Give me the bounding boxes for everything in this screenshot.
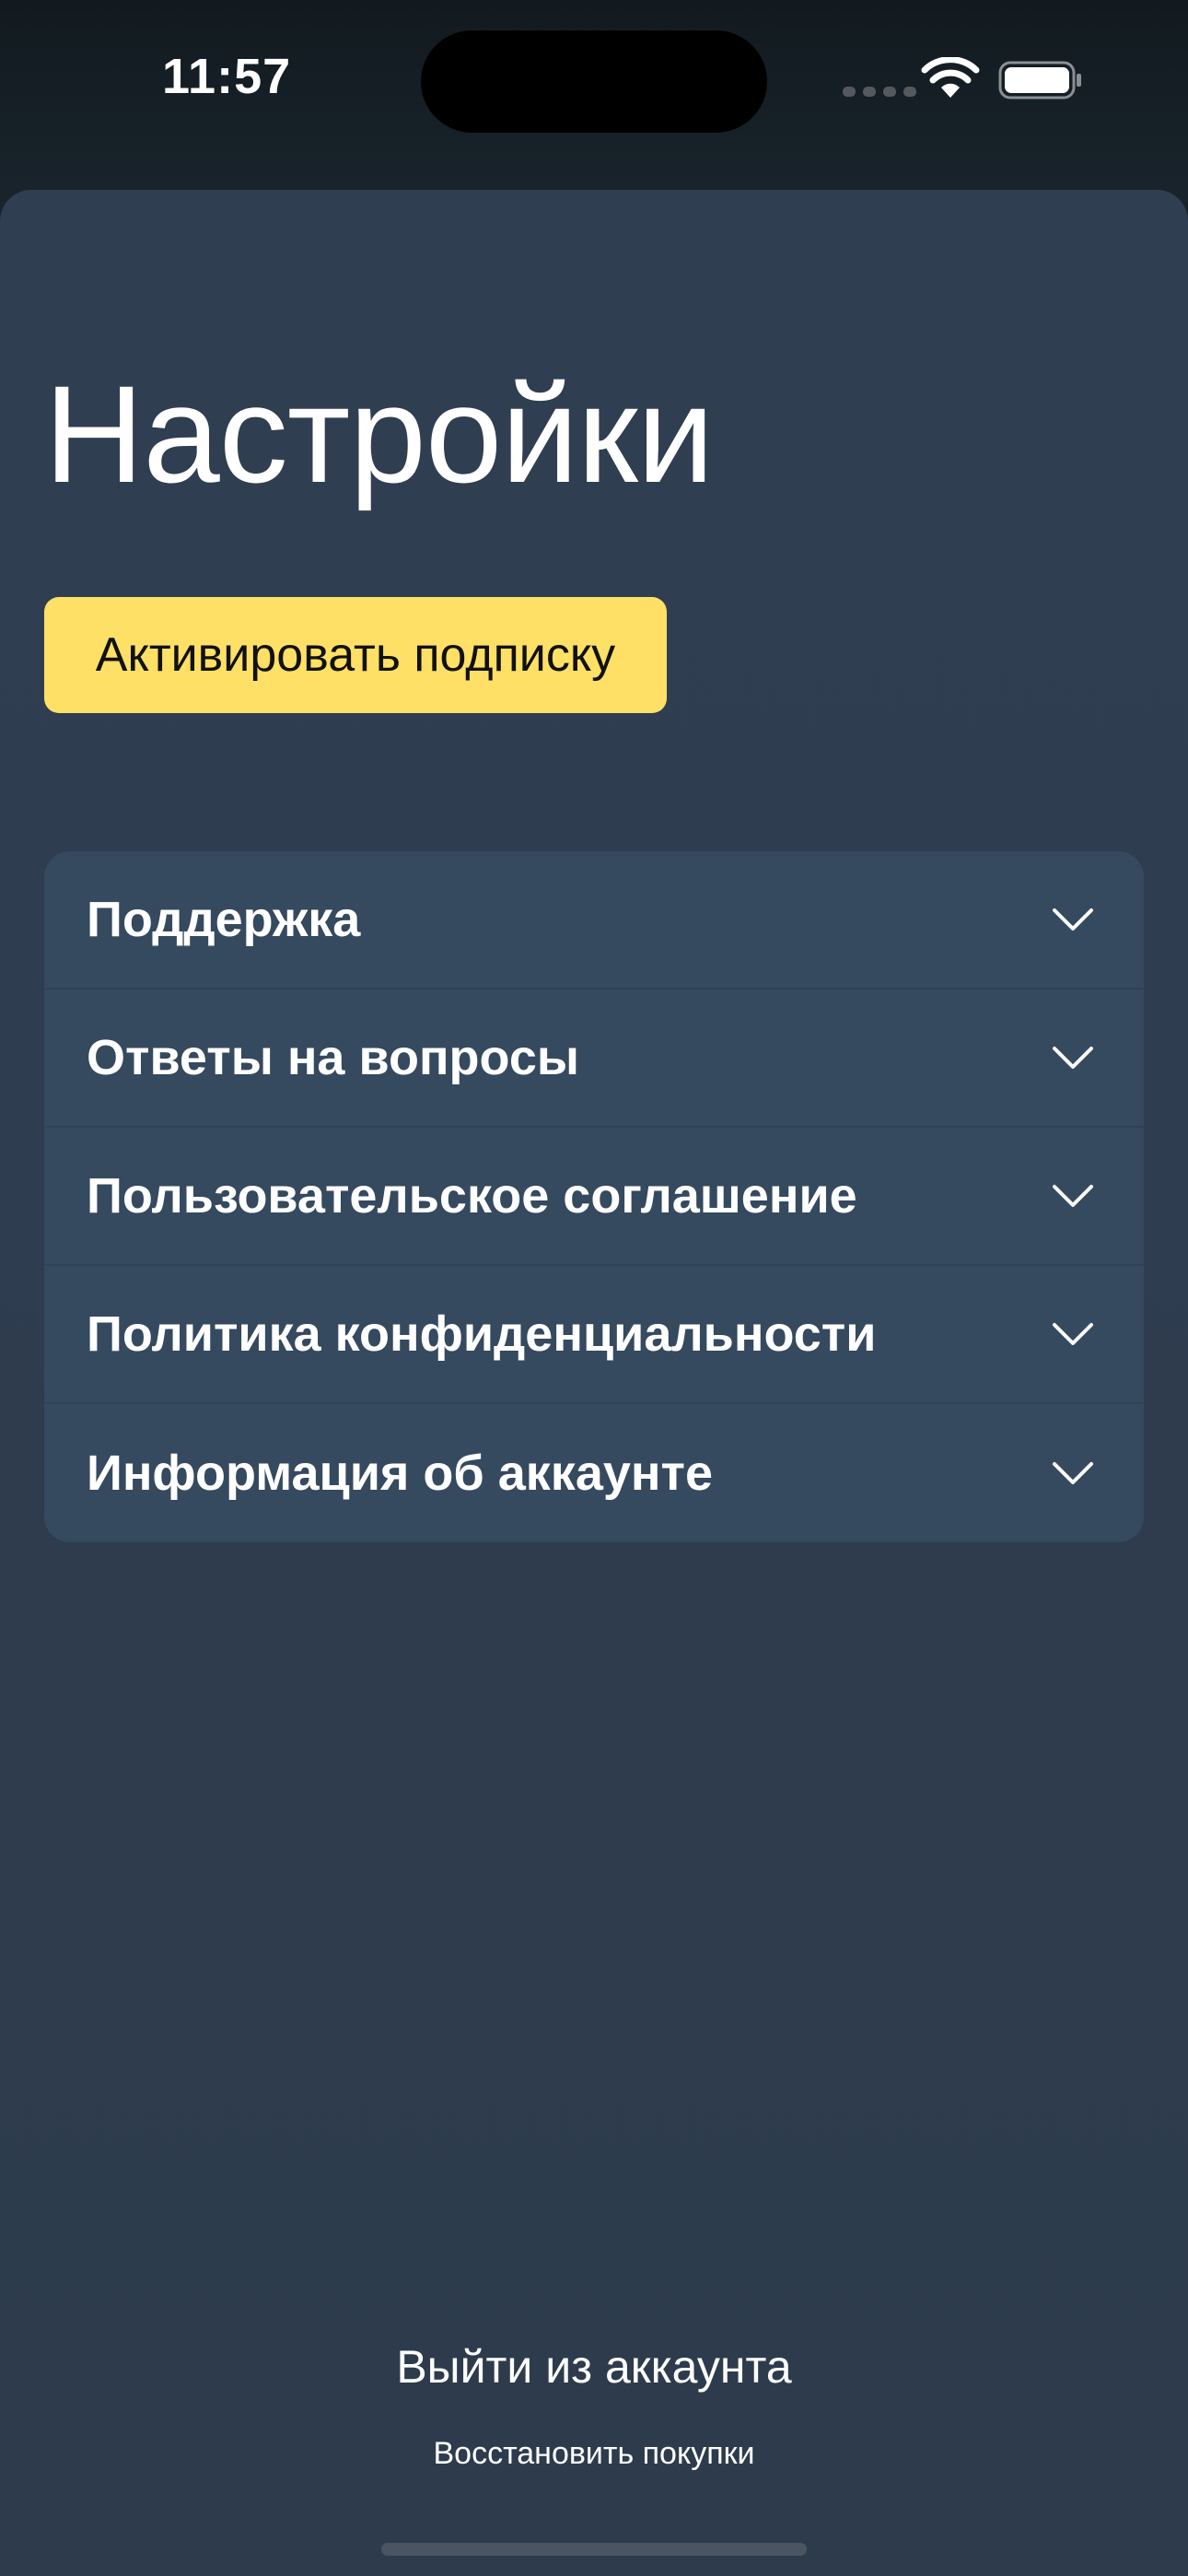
chevron-down-icon [1053, 1047, 1093, 1069]
settings-menu: Поддержка Ответы на вопросы Пользователь… [44, 851, 1144, 1542]
restore-purchases-link[interactable]: Восстановить покупки [0, 2436, 1188, 2472]
menu-item-faq[interactable]: Ответы на вопросы [44, 989, 1144, 1128]
logout-button[interactable]: Выйти из аккаунта [0, 2340, 1188, 2394]
activate-subscription-button[interactable]: Активировать подписку [44, 597, 667, 713]
status-bar-time: 11:57 [162, 49, 292, 104]
chevron-down-icon [1053, 1462, 1093, 1484]
settings-screen: 11:57 Настройки Активировать подписку По… [0, 0, 1188, 2576]
dynamic-island [421, 30, 767, 133]
menu-item-support[interactable]: Поддержка [44, 851, 1144, 989]
menu-item-privacy-policy[interactable]: Политика конфиденциальности [44, 1266, 1144, 1404]
home-indicator[interactable] [381, 2543, 807, 2556]
menu-item-label: Информация об аккаунте [87, 1446, 713, 1501]
menu-item-account-info[interactable]: Информация об аккаунте [44, 1404, 1144, 1542]
page-title: Настройки [44, 357, 714, 511]
menu-item-label: Политика конфиденциальности [87, 1306, 877, 1362]
chevron-down-icon [1053, 1185, 1093, 1207]
cellular-signal-icon [843, 87, 916, 97]
menu-item-label: Поддержка [87, 892, 361, 947]
chevron-down-icon [1053, 1323, 1093, 1345]
battery-icon [998, 61, 1081, 100]
chevron-down-icon [1053, 908, 1093, 931]
menu-item-user-agreement[interactable]: Пользовательское соглашение [44, 1128, 1144, 1266]
menu-item-label: Ответы на вопросы [87, 1030, 579, 1085]
wifi-icon [921, 57, 980, 98]
menu-item-label: Пользовательское соглашение [87, 1168, 857, 1224]
